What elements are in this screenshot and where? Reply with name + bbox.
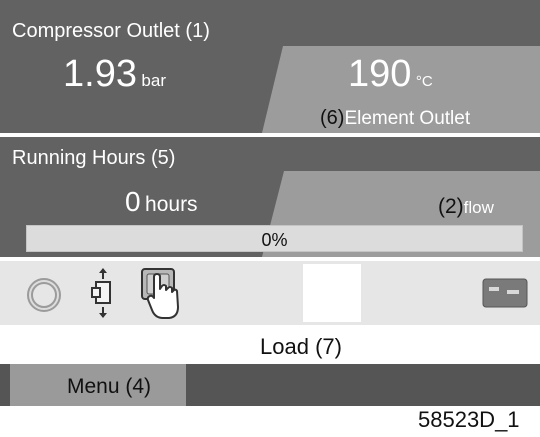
flow-progress-bar: 0% [26, 225, 523, 252]
menu-button-ref: (4) [125, 375, 152, 398]
hours-panel: Running Hours (5) 0 hours (2)flow 0% [0, 137, 540, 257]
pressure-panel: Compressor Outlet (1) 1.93 bar 190 °C (6… [0, 0, 540, 133]
flow-caption: (2)flow [438, 196, 494, 217]
flow-label: flow [463, 198, 494, 217]
figure-id: 58523D_1 [418, 407, 520, 432]
compressor-outlet-ref: (1) [185, 20, 210, 42]
hours-unit: hours [145, 193, 198, 216]
running-hours-ref: (5) [150, 147, 176, 169]
card-icon[interactable] [482, 278, 528, 308]
flow-ref: (2) [438, 195, 464, 218]
compressor-outlet-title: Compressor Outlet (1) [12, 21, 210, 41]
menu-button-text: Menu (4) [67, 376, 151, 397]
hand-pointer-icon[interactable] [140, 267, 186, 321]
menu-button-label: Menu [67, 375, 120, 398]
hours-value: 0 [125, 186, 141, 217]
temperature-value: 190 [348, 53, 412, 95]
load-status-text: Load (7) [260, 336, 342, 358]
hours-readout: 0 hours [125, 188, 198, 216]
flow-progress-text: 0% [261, 230, 288, 250]
temperature-readout: 190 °C [348, 55, 433, 93]
pressure-unit: bar [141, 71, 166, 90]
circle-status-icon [27, 278, 61, 312]
compressor-outlet-label: Compressor Outlet [12, 20, 180, 42]
icon-strip [0, 261, 540, 325]
temperature-unit: °C [415, 73, 433, 90]
arrows-stack-icon [91, 268, 111, 318]
pressure-value: 1.93 [63, 53, 137, 95]
running-hours-label: Running Hours [12, 147, 146, 169]
element-outlet-ref: (6) [320, 107, 345, 129]
load-status-label: Load [260, 334, 309, 359]
element-outlet-caption: (6)Element Outlet [320, 108, 470, 128]
running-hours-title: Running Hours (5) [12, 148, 175, 168]
pressure-readout: 1.93 bar [63, 55, 166, 93]
blank-indicator [303, 264, 361, 322]
element-outlet-label: Element Outlet [344, 108, 471, 129]
menu-button[interactable]: Menu (4) [10, 364, 186, 406]
status-row: Load (7) [0, 327, 540, 363]
load-status-ref: (7) [315, 334, 342, 359]
menu-bar: Menu (4) [0, 364, 540, 406]
